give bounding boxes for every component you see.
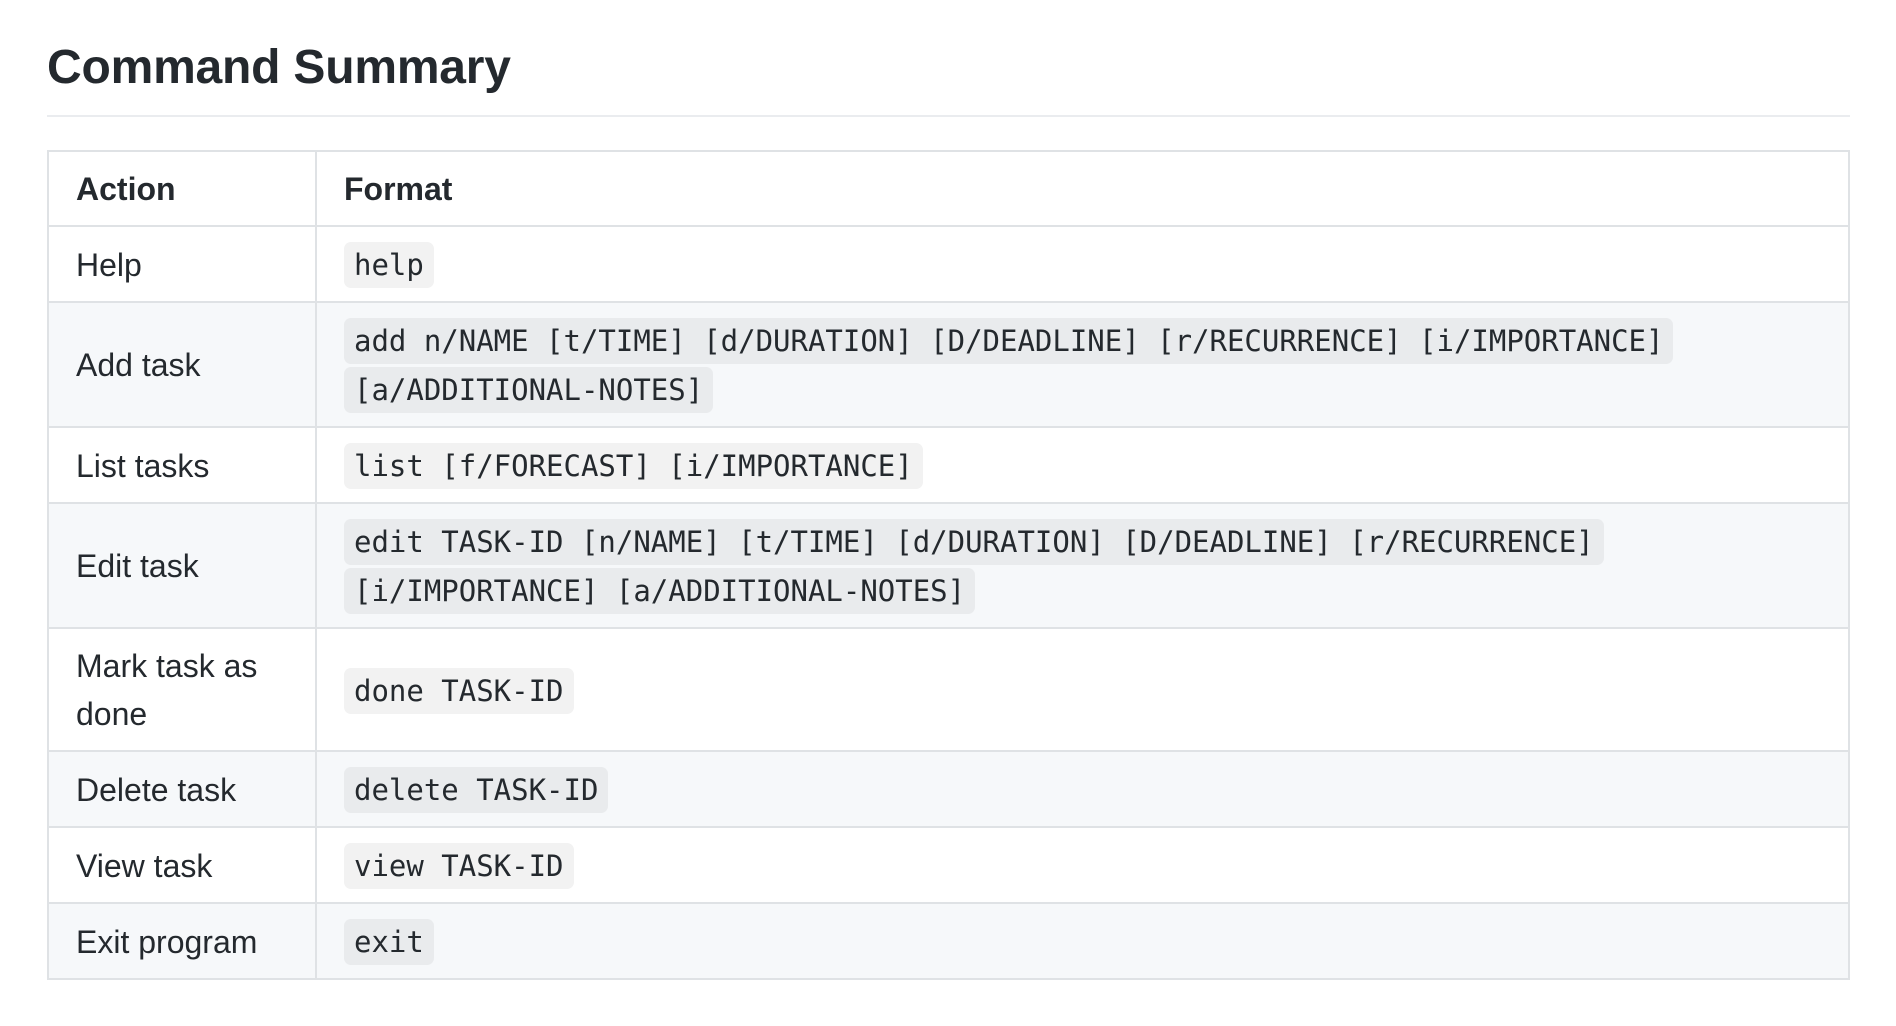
action-cell: Add task (47, 301, 317, 428)
command-format-code: done TASK-ID (344, 667, 574, 714)
command-format-code: help (344, 242, 434, 288)
table-row: List tasks list [f/FORECAST] [i/IMPORTAN… (47, 426, 1850, 504)
command-format-code: add n/NAME [t/TIME] [d/DURATION] [D/DEAD… (344, 318, 1674, 413)
table-header: Action Format (47, 150, 1850, 227)
table-row: Edit task edit TASK-ID [n/NAME] [t/TIME]… (47, 502, 1850, 629)
action-cell: View task (47, 826, 317, 904)
format-cell: edit TASK-ID [n/NAME] [t/TIME] [d/DURATI… (315, 502, 1850, 629)
command-format-code: edit TASK-ID [n/NAME] [t/TIME] [d/DURATI… (344, 519, 1604, 614)
table-row: Delete task delete TASK-ID (47, 750, 1850, 828)
format-cell: add n/NAME [t/TIME] [d/DURATION] [D/DEAD… (315, 301, 1850, 428)
action-cell: Delete task (47, 750, 317, 828)
format-cell: help (315, 225, 1850, 303)
command-format-code: view TASK-ID (344, 843, 574, 889)
format-cell: view TASK-ID (315, 826, 1850, 904)
format-cell: list [f/FORECAST] [i/IMPORTANCE] (315, 426, 1850, 504)
action-cell: Edit task (47, 502, 317, 629)
table-row: View task view TASK-ID (47, 826, 1850, 904)
command-format-code: delete TASK-ID (344, 767, 609, 813)
command-summary-table: Action Format Help help Add task add n/N… (47, 150, 1850, 980)
table-row: Help help (47, 225, 1850, 303)
command-format-code: list [f/FORECAST] [i/IMPORTANCE] (344, 443, 923, 489)
format-cell: exit (315, 902, 1850, 980)
command-format-code: exit (344, 919, 434, 965)
column-header-action: Action (47, 150, 317, 227)
table-body: Help help Add task add n/NAME [t/TIME] [… (47, 225, 1850, 980)
table-row: Add task add n/NAME [t/TIME] [d/DURATION… (47, 301, 1850, 428)
page-title: Command Summary (47, 38, 1850, 117)
table-row: Mark task as done done TASK-ID (47, 627, 1850, 752)
action-cell: Help (47, 225, 317, 303)
column-header-format: Format (315, 150, 1850, 227)
format-cell: delete TASK-ID (315, 750, 1850, 828)
format-cell: done TASK-ID (315, 627, 1850, 752)
action-cell: Exit program (47, 902, 317, 980)
document-page: Command Summary Action Format Help help … (0, 0, 1896, 980)
action-cell: List tasks (47, 426, 317, 504)
action-cell: Mark task as done (47, 627, 317, 752)
table-header-row: Action Format (47, 150, 1850, 227)
table-row: Exit program exit (47, 902, 1850, 980)
